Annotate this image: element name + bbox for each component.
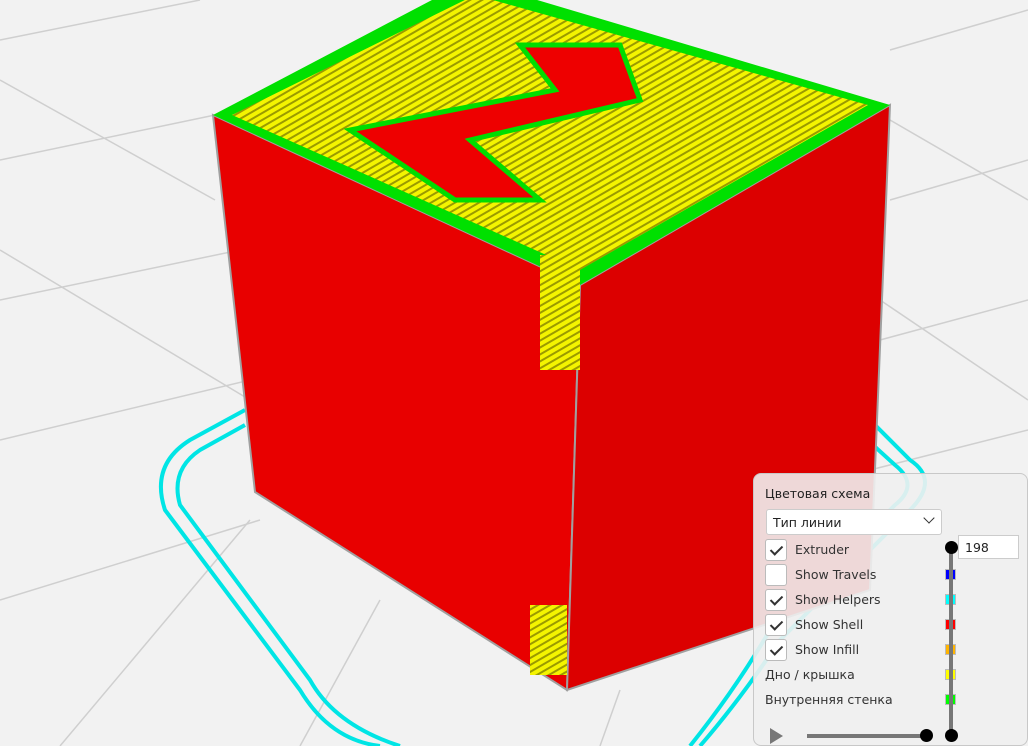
simulation-slider-handle[interactable] xyxy=(920,729,933,742)
legend-inner-wall: Внутренняя стенка xyxy=(765,689,956,713)
option-show-infill[interactable]: Show Infill xyxy=(765,639,956,663)
show-travels-checkbox[interactable] xyxy=(765,564,787,586)
color-scheme-value: Тип линии xyxy=(773,515,842,530)
option-label: Show Infill xyxy=(795,642,860,657)
option-label: Show Helpers xyxy=(795,592,881,607)
layer-slider-upper-handle[interactable] xyxy=(945,541,958,554)
show-helpers-checkbox[interactable] xyxy=(765,589,787,611)
legend-top-bottom: Дно / крышка xyxy=(765,664,956,688)
layer-slider-lower-handle[interactable] xyxy=(945,729,958,742)
layer-slider-track[interactable] xyxy=(949,546,953,736)
chevron-down-icon xyxy=(923,512,935,524)
legend-label: Дно / крышка xyxy=(765,667,855,682)
view-settings-panel: Цветовая схема Тип линии Extruder Show T… xyxy=(753,473,1028,746)
option-extruder[interactable]: Extruder xyxy=(765,539,950,563)
show-shell-checkbox[interactable] xyxy=(765,614,787,636)
option-label: Show Shell xyxy=(795,617,864,632)
play-icon[interactable] xyxy=(770,728,783,744)
option-show-shell[interactable]: Show Shell xyxy=(765,614,956,638)
option-label: Show Travels xyxy=(795,567,877,582)
option-label: Extruder xyxy=(795,542,850,557)
simulation-slider-track[interactable] xyxy=(807,734,927,738)
layer-number-input[interactable]: 198 xyxy=(958,535,1019,559)
color-scheme-title: Цветовая схема xyxy=(765,486,871,501)
option-show-helpers[interactable]: Show Helpers xyxy=(765,589,956,613)
show-infill-checkbox[interactable] xyxy=(765,639,787,661)
extruder-checkbox[interactable] xyxy=(765,539,787,561)
color-scheme-dropdown[interactable]: Тип линии xyxy=(766,509,942,535)
option-show-travels[interactable]: Show Travels xyxy=(765,564,956,588)
legend-label: Внутренняя стенка xyxy=(765,692,893,707)
